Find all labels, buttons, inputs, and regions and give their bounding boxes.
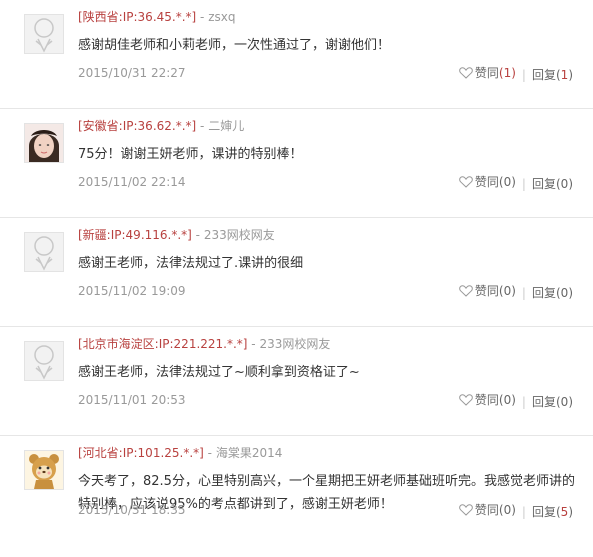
- reply-button[interactable]: 回复(0): [532, 177, 573, 191]
- comment-actions: 赞同 (1) | 回复(1): [459, 64, 573, 84]
- action-divider: |: [521, 286, 526, 300]
- reply-label: 回复: [531, 177, 556, 191]
- heart-icon: [459, 67, 473, 79]
- action-divider: |: [521, 68, 526, 82]
- default-avatar-icon: [25, 15, 63, 53]
- comment-item: [安徽省:IP:36.62.*.*] - 二婶儿 75分！谢谢王妍老师，课讲的特…: [0, 109, 593, 218]
- comment-text: 感谢胡佳老师和小莉老师，一次性通过了，谢谢他们！: [78, 38, 391, 53]
- cartoon-bear-avatar-icon: [25, 451, 63, 489]
- comment-footer: 2015/11/02 19:09 赞同 (0) | 回复(0): [78, 282, 573, 300]
- location-ip: [安徽省:IP:36.62.*.*]: [78, 119, 197, 133]
- comment-item: [北京市海淀区:IP:221.221.*.*] - 233网校网友 感谢王老师，…: [0, 327, 593, 436]
- location-ip: [河北省:IP:101.25.*.*]: [78, 446, 204, 460]
- comment-item: [陕西省:IP:36.45.*.*] - zsxq 感谢胡佳老师和小莉老师，一次…: [0, 0, 593, 109]
- username[interactable]: 海棠果2014: [216, 446, 283, 460]
- comment-actions: 赞同 (0) | 回复(5): [459, 501, 573, 521]
- location-ip: [新疆:IP:49.116.*.*]: [78, 228, 192, 242]
- comment-meta: [北京市海淀区:IP:221.221.*.*] - 233网校网友: [78, 335, 330, 353]
- comment-meta: [新疆:IP:49.116.*.*] - 233网校网友: [78, 226, 275, 244]
- like-label: 赞同: [474, 175, 499, 189]
- default-avatar-icon: [25, 233, 63, 271]
- comment-meta: [陕西省:IP:36.45.*.*] - zsxq: [78, 8, 235, 26]
- like-label: 赞同: [474, 284, 499, 298]
- like-button[interactable]: 赞同 (0): [459, 173, 516, 191]
- meta-separator: -: [203, 446, 216, 460]
- reply-button[interactable]: 回复(1): [532, 68, 573, 82]
- meta-separator: -: [247, 337, 260, 351]
- like-button[interactable]: 赞同 (0): [459, 282, 516, 300]
- like-count: (1): [498, 66, 516, 80]
- like-button[interactable]: 赞同 (1): [459, 64, 516, 82]
- comment-date: 2015/11/02 22:14: [78, 175, 186, 189]
- reply-close-paren: ): [568, 177, 573, 191]
- location-ip: [北京市海淀区:IP:221.221.*.*]: [78, 337, 248, 351]
- comment-date: 2015/10/31 18:35: [78, 503, 186, 517]
- reply-label: 回复: [531, 286, 556, 300]
- like-button[interactable]: 赞同 (0): [459, 391, 516, 409]
- username[interactable]: zsxq: [208, 10, 235, 24]
- comment-text: 感谢王老师，法律法规过了~顺利拿到资格证了~: [78, 365, 360, 380]
- reply-button[interactable]: 回复(0): [532, 286, 573, 300]
- comment-item: [河北省:IP:101.25.*.*] - 海棠果2014 今天考了，82.5分…: [0, 436, 593, 545]
- comment-text: 75分！谢谢王妍老师，课讲的特别棒！: [78, 147, 303, 162]
- like-count: (0): [498, 175, 516, 189]
- comment-item: [新疆:IP:49.116.*.*] - 233网校网友 感谢王老师，法律法规过…: [0, 218, 593, 327]
- comment-date: 2015/11/02 19:09: [78, 284, 186, 298]
- like-count: (0): [498, 393, 516, 407]
- avatar[interactable]: [24, 123, 64, 163]
- comment-date: 2015/11/01 20:53: [78, 393, 186, 407]
- meta-separator: -: [191, 228, 204, 242]
- avatar[interactable]: [24, 450, 64, 490]
- reply-button[interactable]: 回复(5): [532, 505, 573, 519]
- like-label: 赞同: [474, 503, 499, 517]
- comment-footer: 2015/10/31 18:35 赞同 (0) | 回复(5): [78, 501, 573, 519]
- comment-actions: 赞同 (0) | 回复(0): [459, 173, 573, 193]
- username[interactable]: 二婶儿: [208, 119, 244, 133]
- action-divider: |: [521, 177, 526, 191]
- action-divider: |: [521, 505, 526, 519]
- username[interactable]: 233网校网友: [204, 228, 275, 242]
- meta-separator: -: [196, 119, 209, 133]
- reply-close-paren: ): [568, 286, 573, 300]
- heart-icon: [459, 176, 473, 188]
- reply-close-paren: ): [568, 505, 573, 519]
- comment-text: 感谢王老师，法律法规过了.课讲的很细: [78, 256, 304, 271]
- like-count: (0): [498, 284, 516, 298]
- like-label: 赞同: [474, 66, 499, 80]
- like-label: 赞同: [474, 393, 499, 407]
- action-divider: |: [521, 395, 526, 409]
- avatar[interactable]: [24, 14, 64, 54]
- comment-footer: 2015/11/02 22:14 赞同 (0) | 回复(0): [78, 173, 573, 191]
- like-button[interactable]: 赞同 (0): [459, 501, 516, 519]
- default-avatar-icon: [25, 342, 63, 380]
- reply-button[interactable]: 回复(0): [532, 395, 573, 409]
- avatar[interactable]: [24, 341, 64, 381]
- comment-meta: [河北省:IP:101.25.*.*] - 海棠果2014: [78, 444, 282, 462]
- reply-label: 回复: [531, 395, 556, 409]
- heart-icon: [459, 394, 473, 406]
- avatar[interactable]: [24, 232, 64, 272]
- heart-icon: [459, 504, 473, 516]
- comment-date: 2015/10/31 22:27: [78, 66, 186, 80]
- comment-actions: 赞同 (0) | 回复(0): [459, 282, 573, 302]
- reply-close-paren: ): [568, 395, 573, 409]
- comment-meta: [安徽省:IP:36.62.*.*] - 二婶儿: [78, 117, 244, 135]
- reply-close-paren: ): [568, 68, 573, 82]
- comment-list: [陕西省:IP:36.45.*.*] - zsxq 感谢胡佳老师和小莉老师，一次…: [0, 0, 593, 545]
- like-count: (0): [498, 503, 516, 517]
- reply-label: 回复: [531, 68, 556, 82]
- username[interactable]: 233网校网友: [259, 337, 330, 351]
- meta-separator: -: [196, 10, 209, 24]
- comment-footer: 2015/11/01 20:53 赞同 (0) | 回复(0): [78, 391, 573, 409]
- heart-icon: [459, 285, 473, 297]
- comment-footer: 2015/10/31 22:27 赞同 (1) | 回复(1): [78, 64, 573, 82]
- reply-label: 回复: [531, 505, 556, 519]
- location-ip: [陕西省:IP:36.45.*.*]: [78, 10, 197, 24]
- user-photo-icon: [25, 124, 63, 162]
- comment-actions: 赞同 (0) | 回复(0): [459, 391, 573, 411]
